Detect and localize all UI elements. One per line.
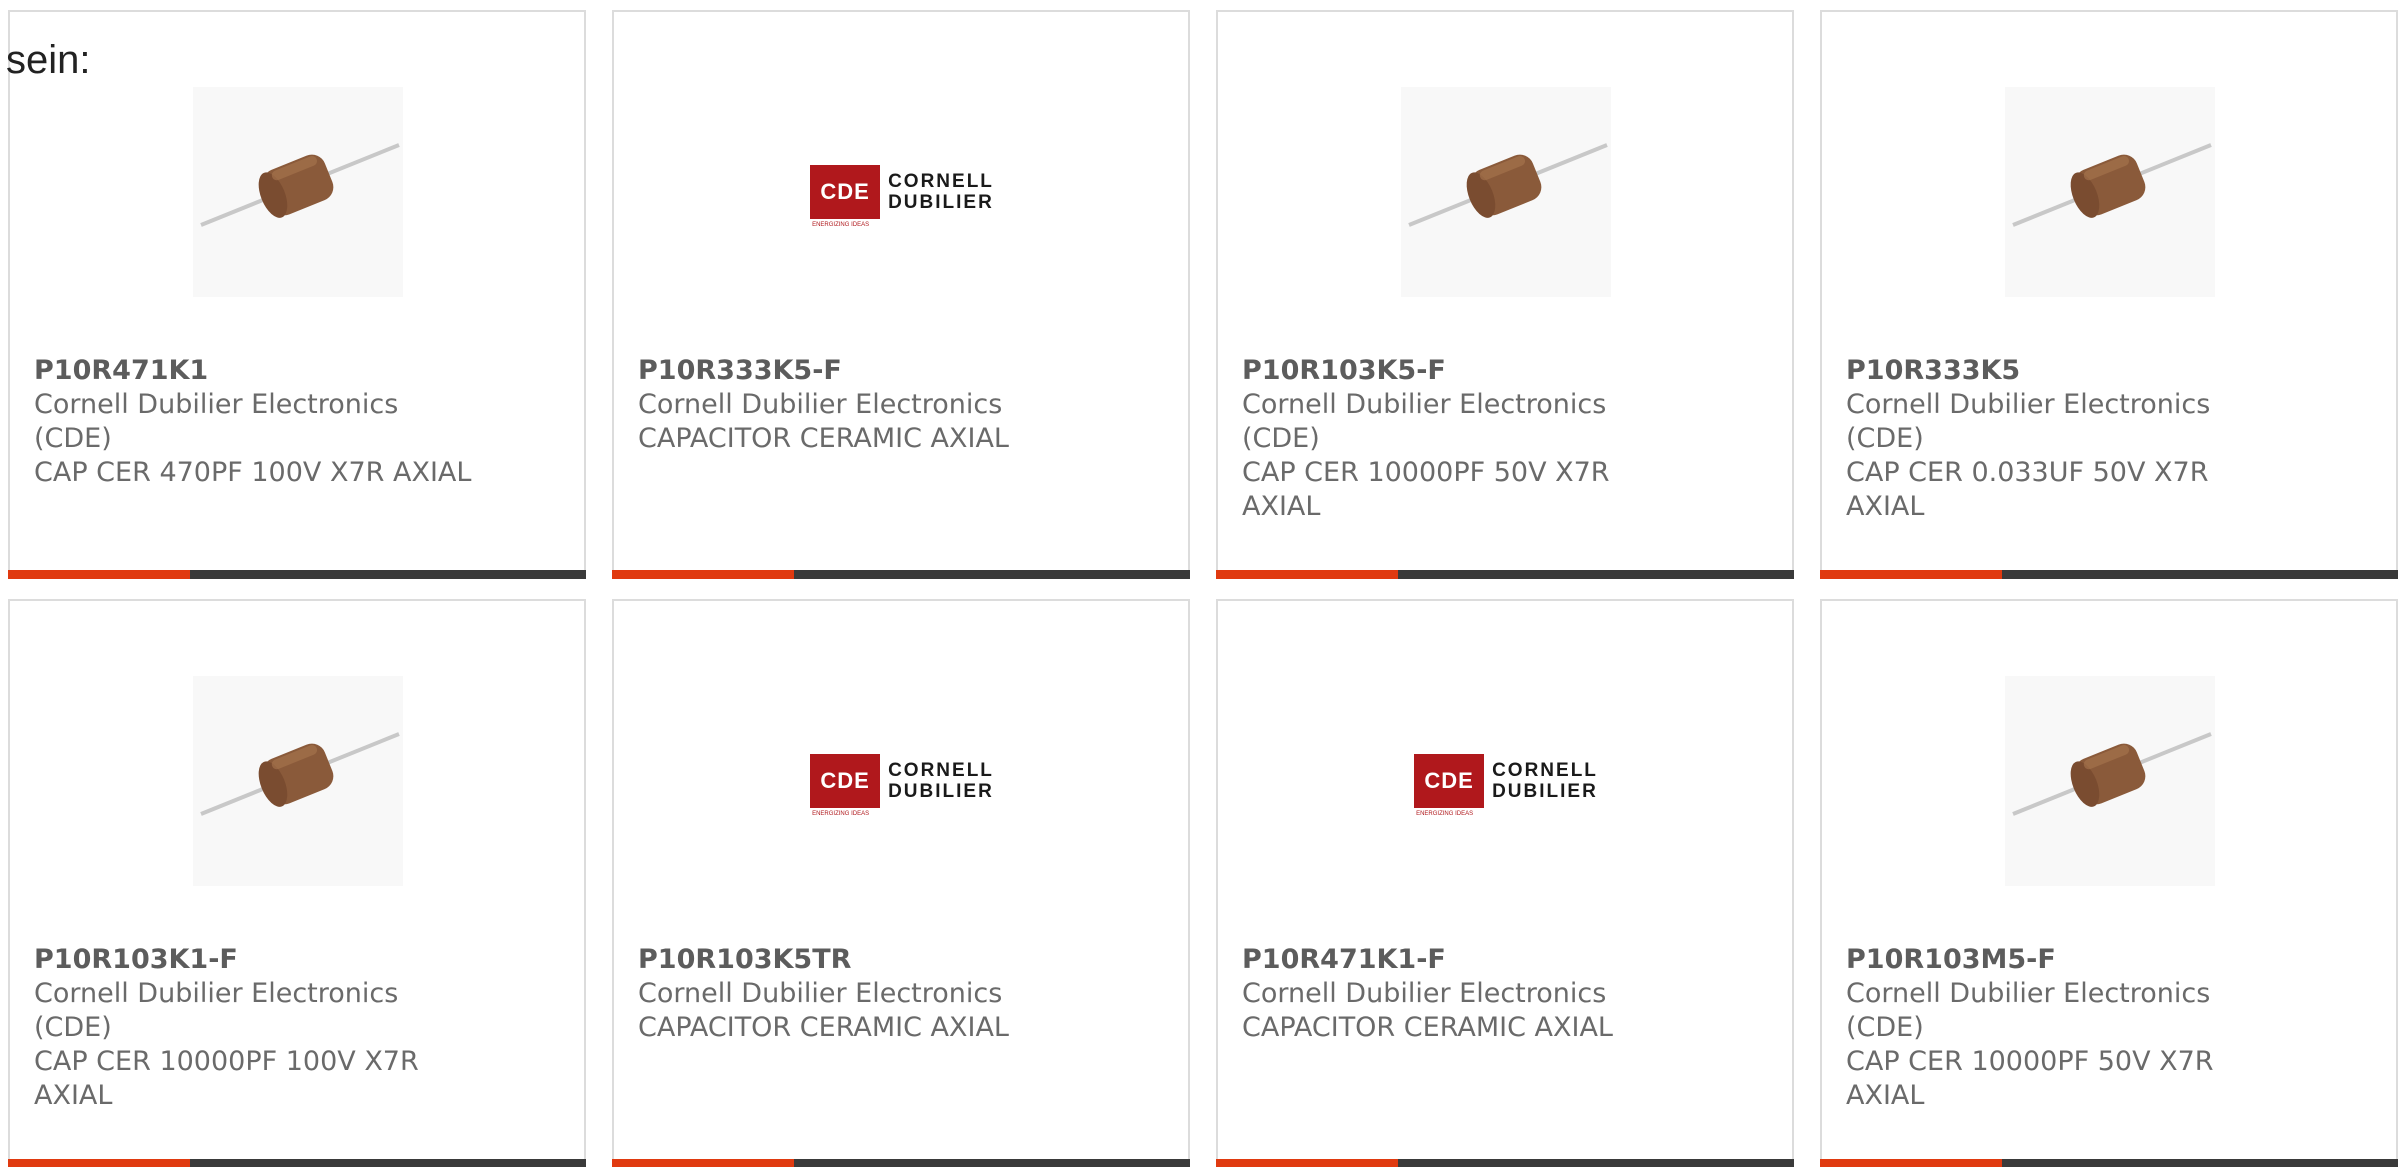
axial-capacitor-icon [1401,87,1611,297]
card-bottom-bar [612,1159,1190,1167]
cornell-dubilier-logo: CDE ENERGIZING IDEAS CORNELL DUBILIER [810,165,994,228]
cde-logo-mark: CDE ENERGIZING IDEAS [810,754,881,817]
cde-logo-mark: CDE ENERGIZING IDEAS [1414,754,1485,817]
part-number[interactable]: P10R471K1 [34,354,474,388]
card-accent-bar [612,570,794,579]
product-card[interactable]: P10R471K1 Cornell Dubilier Electronics (… [8,10,586,579]
part-number[interactable]: P10R103M5-F [1846,943,2286,977]
manufacturer: Cornell Dubilier Electronics (CDE) [34,978,399,1043]
axial-capacitor-icon [193,87,403,297]
cornell-dubilier-logo: CDE ENERGIZING IDEAS CORNELL DUBILIER [1414,754,1598,817]
card-bottom-bar [1216,1159,1794,1167]
logo-wordmark: CORNELL DUBILIER [888,760,994,802]
product-info: P10R103M5-F Cornell Dubilier Electronics… [1846,943,2286,1113]
page-heading: sein: [6,38,91,82]
card-bottom-bar [8,1159,586,1167]
brand-logo-image[interactable]: CDE ENERGIZING IDEAS CORNELL DUBILIER [797,676,1007,886]
capacitor-image[interactable] [193,87,403,297]
part-number[interactable]: P10R333K5-F [638,354,1078,388]
manufacturer: Cornell Dubilier Electronics [1242,978,1607,1009]
part-number[interactable]: P10R103K5-F [1242,354,1682,388]
capacitor-image[interactable] [193,676,403,886]
product-description: CAP CER 10000PF 50V X7R AXIAL [1846,1046,2214,1111]
product-card[interactable]: P10R103K1-F Cornell Dubilier Electronics… [8,599,586,1167]
product-card[interactable]: CDE ENERGIZING IDEAS CORNELL DUBILIER P1… [1216,599,1794,1167]
manufacturer: Cornell Dubilier Electronics [638,978,1003,1009]
cornell-dubilier-logo: CDE ENERGIZING IDEAS CORNELL DUBILIER [810,754,994,817]
card-accent-bar [1820,570,2002,579]
part-number[interactable]: P10R103K5TR [638,943,1078,977]
product-listing-page: sein: P10R471K1 Cornell Dubilier Electro… [0,0,2400,1167]
card-bottom-bar [612,570,1190,579]
manufacturer: Cornell Dubilier Electronics (CDE) [1846,389,2211,454]
capacitor-image[interactable] [1401,87,1611,297]
manufacturer: Cornell Dubilier Electronics (CDE) [34,389,399,454]
axial-capacitor-icon [2005,676,2215,886]
card-accent-bar [612,1159,794,1167]
axial-capacitor-icon [193,676,403,886]
product-description: CAPACITOR CERAMIC AXIAL [1242,1012,1613,1043]
card-bottom-bar [1820,1159,2398,1167]
capacitor-image[interactable] [2005,87,2215,297]
card-bottom-bar [8,570,586,579]
product-info: P10R471K1 Cornell Dubilier Electronics (… [34,354,474,490]
logo-wordmark: CORNELL DUBILIER [1492,760,1598,802]
product-info: P10R103K5-F Cornell Dubilier Electronics… [1242,354,1682,524]
product-info: P10R103K1-F Cornell Dubilier Electronics… [34,943,454,1113]
product-card[interactable]: P10R333K5 Cornell Dubilier Electronics (… [1820,10,2398,579]
product-card[interactable]: P10R103K5-F Cornell Dubilier Electronics… [1216,10,1794,579]
product-description: CAPACITOR CERAMIC AXIAL [638,423,1009,454]
product-info: P10R471K1-F Cornell Dubilier Electronics… [1242,943,1682,1045]
product-description: CAP CER 10000PF 100V X7R AXIAL [34,1046,419,1111]
card-accent-bar [1216,570,1398,579]
product-description: CAP CER 10000PF 50V X7R AXIAL [1242,457,1610,522]
cde-logo-mark: CDE ENERGIZING IDEAS [810,165,881,228]
part-number[interactable]: P10R103K1-F [34,943,454,977]
brand-logo-image[interactable]: CDE ENERGIZING IDEAS CORNELL DUBILIER [1401,676,1611,886]
manufacturer: Cornell Dubilier Electronics (CDE) [1242,389,1607,454]
product-description: CAP CER 470PF 100V X7R AXIAL [34,457,472,488]
card-accent-bar [1216,1159,1398,1167]
manufacturer: Cornell Dubilier Electronics (CDE) [1846,978,2211,1043]
part-number[interactable]: P10R471K1-F [1242,943,1682,977]
product-card[interactable]: CDE ENERGIZING IDEAS CORNELL DUBILIER P1… [612,599,1190,1167]
product-info: P10R333K5 Cornell Dubilier Electronics (… [1846,354,2286,524]
product-info: P10R333K5-F Cornell Dubilier Electronics… [638,354,1078,456]
product-description: CAP CER 0.033UF 50V X7R AXIAL [1846,457,2209,522]
part-number[interactable]: P10R333K5 [1846,354,2286,388]
product-info: P10R103K5TR Cornell Dubilier Electronics… [638,943,1078,1045]
card-bottom-bar [1820,570,2398,579]
card-accent-bar [8,570,190,579]
axial-capacitor-icon [2005,87,2215,297]
logo-wordmark: CORNELL DUBILIER [888,171,994,213]
card-bottom-bar [1216,570,1794,579]
card-accent-bar [1820,1159,2002,1167]
brand-logo-image[interactable]: CDE ENERGIZING IDEAS CORNELL DUBILIER [797,87,1007,297]
capacitor-image[interactable] [2005,676,2215,886]
product-card[interactable]: P10R103M5-F Cornell Dubilier Electronics… [1820,599,2398,1167]
product-description: CAPACITOR CERAMIC AXIAL [638,1012,1009,1043]
card-accent-bar [8,1159,190,1167]
product-card[interactable]: CDE ENERGIZING IDEAS CORNELL DUBILIER P1… [612,10,1190,579]
manufacturer: Cornell Dubilier Electronics [638,389,1003,420]
